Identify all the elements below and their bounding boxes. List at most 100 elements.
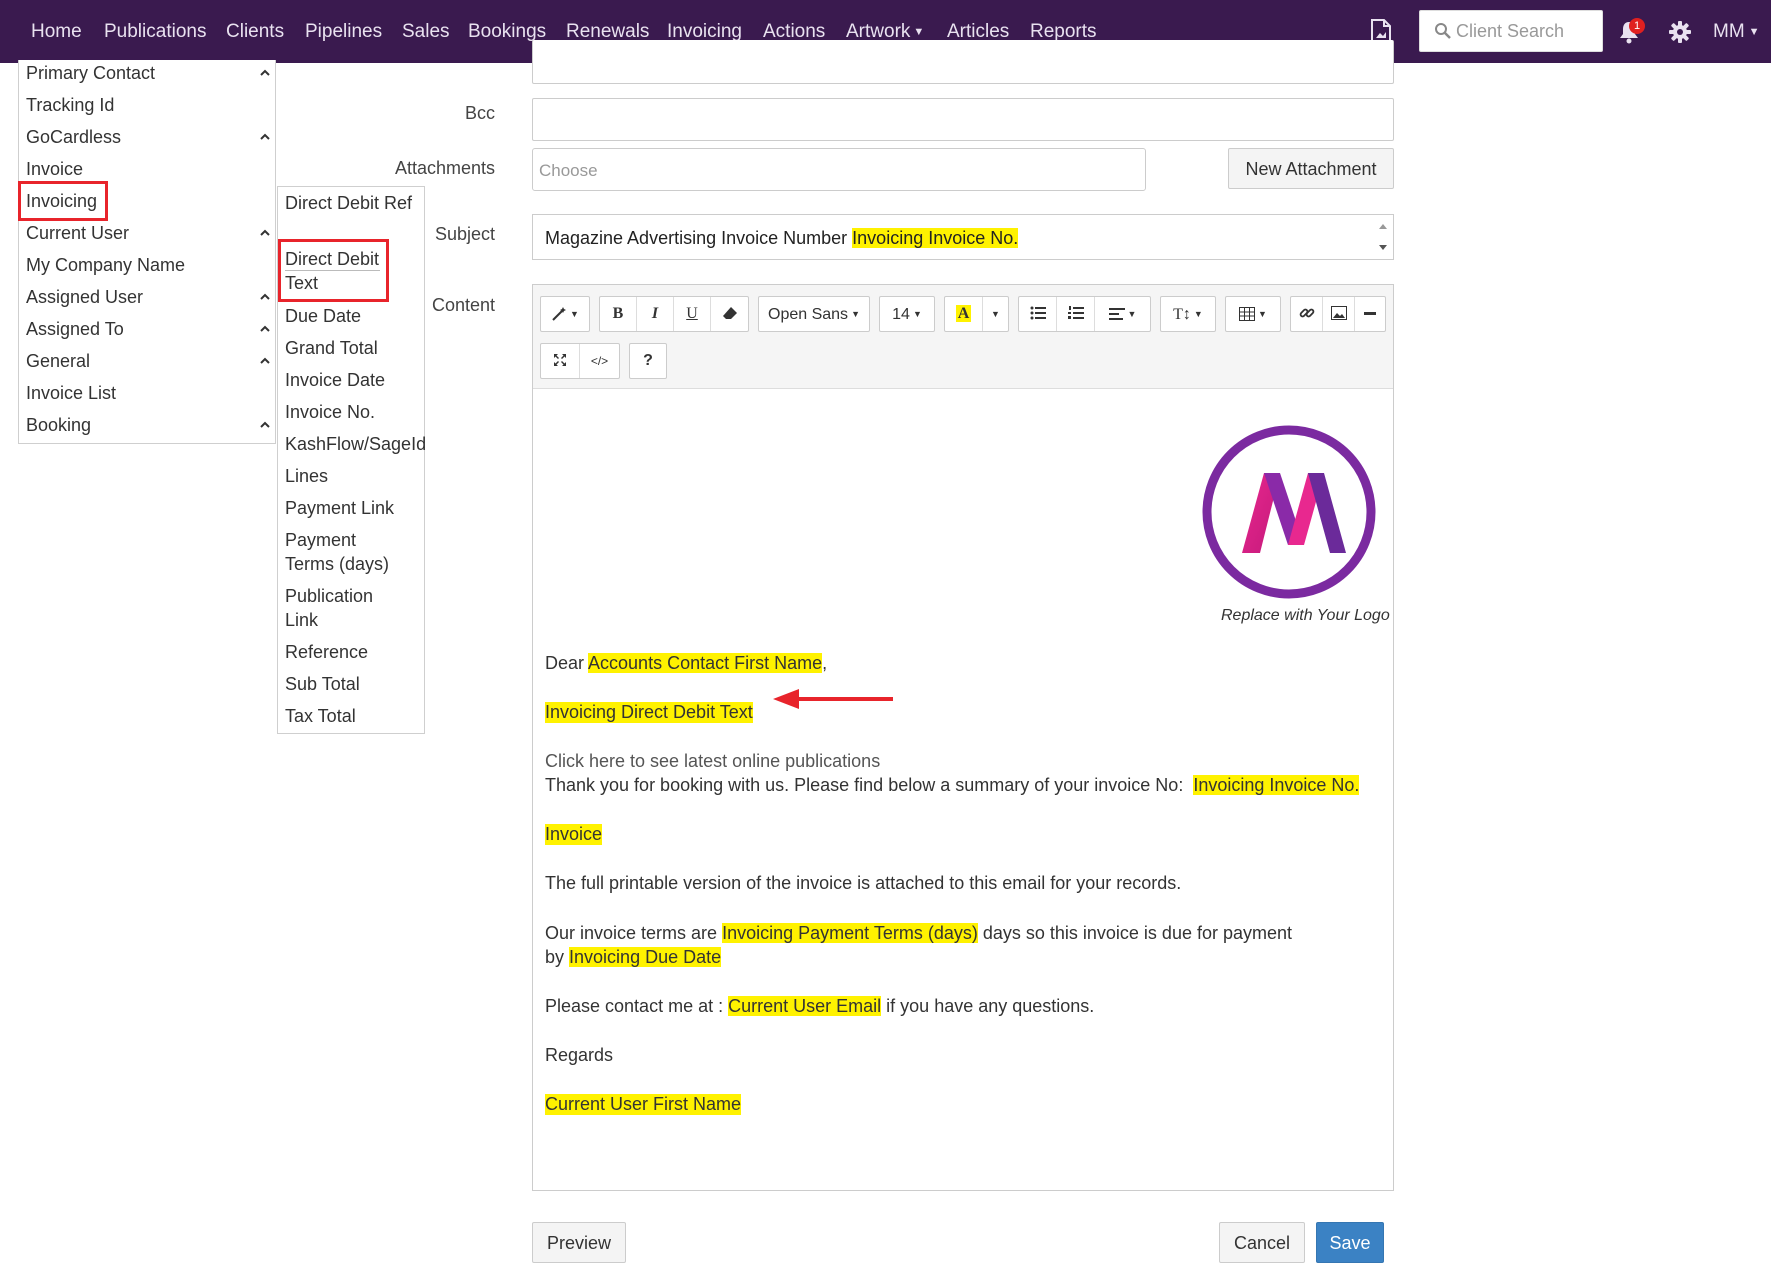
picture-icon [1330,306,1347,320]
align-dropdown-button[interactable]: ▼ [1095,297,1150,331]
terms-prefix: Our invoice terms are [545,923,718,943]
text-color-button[interactable]: A [945,297,983,331]
contact-suffix: if you have any questions. [886,996,1095,1016]
line-height-button[interactable]: T↕ ▼ [1161,297,1215,331]
menu-item-booking[interactable]: Booking [26,415,91,436]
contact-token: Current User Email [728,996,882,1016]
insert-group [1290,296,1386,332]
placeholder-field-menu: Direct Debit Ref Direct Debit Text Due D… [277,186,426,734]
menu-item-current-user[interactable]: Current User [26,223,129,244]
cc-input[interactable] [532,40,1394,84]
numbered-list-button[interactable] [1057,297,1095,331]
table-dropdown[interactable]: ▼ [1225,296,1281,332]
attachments-select[interactable]: Choose [532,148,1146,191]
help-button[interactable]: ? [630,344,666,378]
chevron-down-icon: ▼ [913,26,925,38]
menu-item-grand-total[interactable]: Grand Total [285,336,425,360]
code-view-button[interactable]: </> [580,344,619,378]
scroll-arrows-icon[interactable] [1376,218,1390,256]
table-icon [1239,307,1256,321]
menu-item-invoice[interactable]: Invoice [26,159,83,180]
bcc-input[interactable] [532,98,1394,141]
save-button[interactable]: Save [1316,1222,1384,1263]
clear-format-button[interactable] [711,297,748,331]
nav-publications[interactable]: Publications [104,21,206,43]
line-height-dropdown[interactable]: T↕ ▼ [1160,296,1216,332]
font-name-dropdown[interactable]: Open Sans ▼ [758,296,870,332]
menu-item-invoice-no[interactable]: Invoice No. [285,400,425,424]
menu-item-lines[interactable]: Lines [285,464,425,488]
menu-item-tracking-id[interactable]: Tracking Id [26,95,114,116]
picture-button[interactable] [1323,297,1355,331]
underline-button[interactable]: U [674,297,711,331]
menu-item-payment-terms[interactable]: Payment Terms (days) [285,528,400,576]
chevron-up-icon [260,69,270,76]
menu-item-my-company-name[interactable]: My Company Name [26,255,185,276]
rich-text-editor: ▼ B I U Open Sans ▼ 14 ▼ A ▼ ▼ T↕ ▼ ▼ </… [532,284,1394,1191]
cancel-button[interactable]: Cancel [1219,1222,1305,1263]
subject-input[interactable]: Magazine Advertising Invoice Number Invo… [532,214,1394,260]
color-dropdown-button[interactable]: ▼ [983,297,1008,331]
menu-item-invoice-list[interactable]: Invoice List [26,383,116,404]
dear-suffix: , [822,653,828,673]
menu-item-direct-debit-ref[interactable]: Direct Debit Ref [285,191,425,215]
chevron-down-icon: ▼ [1748,26,1760,38]
chevron-up-icon [260,229,270,236]
selection-line [285,270,380,271]
nav-artwork-label: Artwork [846,21,911,42]
italic-button[interactable]: I [637,297,674,331]
minus-icon [1364,312,1376,315]
menu-item-reference[interactable]: Reference [285,640,425,664]
menu-item-sub-total[interactable]: Sub Total [285,672,425,696]
menu-item-assigned-to[interactable]: Assigned To [26,319,124,340]
chevron-down-icon: ▼ [1258,309,1267,319]
terms-line: Our invoice terms are Invoicing Payment … [545,923,1292,944]
bcc-label: Bcc [464,103,495,123]
bullet-list-button[interactable] [1019,297,1057,331]
nav-sales[interactable]: Sales [402,21,450,43]
user-menu[interactable]: MM ▼ [1713,21,1760,43]
text-color-glyph: A [955,305,972,322]
terms-suffix: days so this invoice is due for payment [982,923,1293,943]
nav-home[interactable]: Home [31,21,82,43]
company-logo [1202,425,1376,599]
bold-button[interactable]: B [600,297,637,331]
font-name-button[interactable]: Open Sans ▼ [759,297,869,331]
horizontal-rule-button[interactable] [1355,297,1385,331]
nav-clients[interactable]: Clients [226,21,284,43]
link-button[interactable] [1291,297,1323,331]
help-group: ? [629,343,667,379]
magic-style-button[interactable]: ▼ [541,297,589,331]
menu-item-publication-link[interactable]: Publication Link [285,584,385,632]
menu-item-invoicing[interactable]: Invoicing [26,191,97,212]
font-name-value: Open Sans [768,306,849,323]
menu-item-kashflow-sageid[interactable]: KashFlow/SageId [285,432,426,456]
menu-item-primary-contact[interactable]: Primary Contact [26,63,155,84]
menu-item-tax-total[interactable]: Tax Total [285,704,425,728]
bullet-list-icon [1030,306,1046,320]
client-search-input[interactable]: Client Search [1419,10,1603,52]
align-left-icon [1108,308,1125,320]
gear-icon[interactable] [1669,21,1691,43]
menu-item-assigned-user[interactable]: Assigned User [26,287,143,308]
table-button[interactable]: ▼ [1226,297,1280,331]
font-size-dropdown[interactable]: 14 ▼ [879,296,935,332]
dear-token: Accounts Contact First Name [588,653,823,673]
menu-item-general[interactable]: General [26,351,90,372]
menu-item-invoice-date[interactable]: Invoice Date [285,368,425,392]
magic-wand-icon [552,307,567,321]
online-publications-link[interactable]: Click here to see latest online publicat… [545,751,880,772]
menu-item-payment-link[interactable]: Payment Link [285,496,425,520]
menu-item-direct-debit-text[interactable]: Direct Debit Text [285,247,385,295]
direct-debit-token: Invoicing Direct Debit Text [545,702,753,723]
fullscreen-button[interactable] [541,344,580,378]
preview-button[interactable]: Preview [532,1222,626,1263]
content-label: Content [431,295,495,315]
nav-pipelines[interactable]: Pipelines [305,21,382,43]
menu-item-gocardless[interactable]: GoCardless [26,127,121,148]
new-attachment-button[interactable]: New Attachment [1228,148,1394,189]
font-size-button[interactable]: 14 ▼ [880,297,934,331]
editor-content[interactable]: Replace with Your Logo Dear Accounts Con… [533,389,1393,1190]
chevron-up-icon [260,133,270,140]
terms-token: Invoicing Payment Terms (days) [722,923,978,943]
